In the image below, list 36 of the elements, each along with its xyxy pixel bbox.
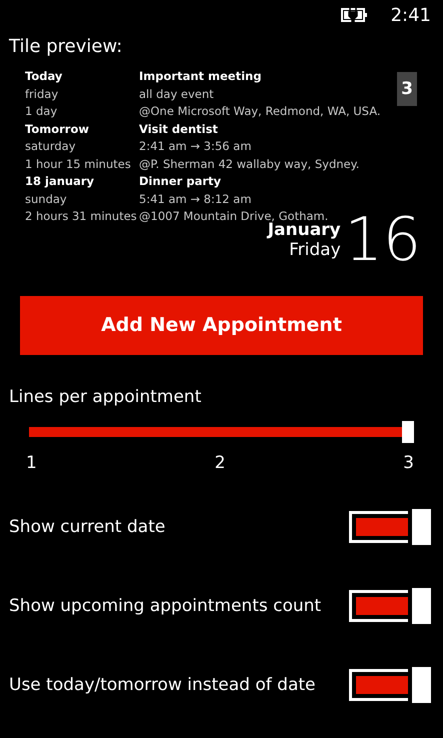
toggle-label: Use today/tomorrow instead of date bbox=[9, 674, 316, 694]
slider-thumb[interactable] bbox=[402, 420, 414, 442]
add-appointment-button[interactable]: Add New Appointment bbox=[20, 296, 423, 354]
appointment-title: Dinner party bbox=[139, 173, 222, 190]
appointment-title: Visit dentist bbox=[139, 120, 219, 138]
toggle-switch[interactable] bbox=[349, 588, 431, 624]
count-badge: 3 bbox=[397, 72, 417, 106]
appointment-duration: 1 day bbox=[25, 103, 58, 120]
appointment-location: @One Microsoft Way, Redmond, WA, USA. bbox=[139, 103, 381, 120]
appointment-weekday: saturday bbox=[25, 138, 77, 155]
date-weekday: Friday bbox=[289, 240, 341, 260]
tile-preview-heading: Tile preview: bbox=[8, 35, 124, 59]
appointment-time: all day event bbox=[139, 86, 215, 102]
appointment-duration: 1 hour 15 minutes bbox=[25, 156, 132, 172]
tick-label: 1 bbox=[26, 452, 37, 472]
tick-label: 2 bbox=[214, 452, 226, 472]
appointment-location: @1007 Mountain Drive, Gotham. bbox=[139, 208, 328, 223]
appointment-location: @P. Sherman 42 wallaby way, Sydney. bbox=[139, 156, 360, 172]
tick-label: 3 bbox=[403, 452, 414, 472]
date-day: 16 bbox=[344, 212, 421, 268]
battery-charging-icon bbox=[340, 7, 369, 23]
appointment-time: 5:41 am → 8:12 am bbox=[139, 190, 252, 208]
slider-label: Lines per appointment bbox=[9, 386, 202, 406]
appointment-day: Tomorrow bbox=[25, 120, 139, 138]
toggle-label: Show upcoming appointments count bbox=[9, 596, 322, 616]
appointment-day: Today bbox=[25, 68, 139, 86]
toggle-label: Show current date bbox=[9, 516, 166, 536]
appointment-day: 18 january bbox=[25, 173, 139, 190]
appointment-duration: 2 hours 31 minutes bbox=[25, 208, 138, 225]
appointment-time: 2:41 am → 3:56 am bbox=[139, 138, 252, 155]
clock-time: 2:41 bbox=[390, 4, 431, 26]
appointment-weekday: friday bbox=[25, 86, 60, 102]
appointment-title: Important meeting bbox=[139, 68, 262, 85]
appointment-weekday: sunday bbox=[25, 190, 68, 208]
toggle-switch[interactable] bbox=[349, 508, 431, 544]
toggle-switch[interactable] bbox=[349, 666, 431, 702]
